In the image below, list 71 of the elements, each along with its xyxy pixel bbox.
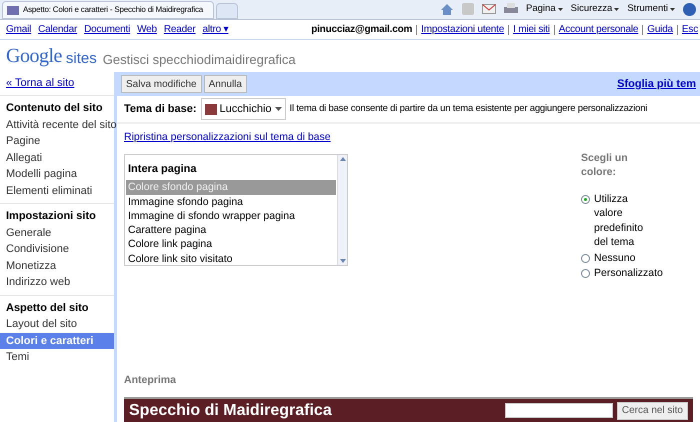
account-link[interactable]: Impostazioni utente [421, 22, 504, 37]
command-menu[interactable]: Sicurezza [570, 2, 620, 16]
sidebar-heading: Contenuto del sito [5, 101, 104, 116]
account-link[interactable]: Account personale [558, 22, 638, 37]
list-heading: Intera pagina [127, 162, 198, 177]
radio-button[interactable] [581, 269, 590, 278]
sidebar-item[interactable]: Colori e caratteri [0, 332, 114, 349]
command-menu[interactable]: Strumenti [627, 2, 675, 16]
sidebar-item[interactable]: Generale [0, 224, 114, 241]
google-logo: Google [6, 46, 62, 66]
toolbar-button[interactable]: Salva modifiche [121, 75, 202, 93]
caret-icon [558, 8, 563, 10]
sites-logo-text: sites [66, 51, 97, 66]
preview-label: Anteprima [123, 373, 177, 388]
sidebar-item[interactable]: Elementi eliminati [0, 182, 114, 199]
sidebar-item[interactable]: Indirizzo web [0, 274, 114, 290]
caret-icon [670, 8, 675, 10]
toolbar-button[interactable]: Annulla [204, 75, 247, 93]
nav-link[interactable]: Reader [164, 22, 196, 37]
tab-title: Aspetto: Colori e caratteri - Specchio di Maidiregrafica [23, 4, 203, 16]
nav-link[interactable]: Calendar [38, 22, 78, 37]
list-item[interactable]: Immagine sfondo pagina [126, 194, 336, 209]
sidebar-item[interactable]: Monetizza [0, 258, 114, 274]
theme-label: Tema di base: [124, 102, 197, 117]
mail-icon[interactable] [482, 4, 496, 14]
sidebar-heading: Aspetto del sito [5, 300, 90, 316]
nav-link[interactable]: Documenti [84, 22, 130, 37]
caret-icon [614, 8, 620, 10]
account-link[interactable]: Guida [647, 22, 673, 37]
preview-search-button[interactable]: Cerca nel sito [616, 402, 688, 420]
preview-site-title: Specchio di Maidiregrafica [129, 400, 332, 420]
scrollbar[interactable] [337, 154, 347, 265]
nav-link[interactable]: Web [137, 22, 157, 37]
sidebar-heading: Impostazioni sito [5, 209, 97, 224]
radio-label: Nessuno [594, 250, 636, 266]
sidebar-item[interactable]: Allegati [0, 150, 114, 166]
radio-button[interactable] [581, 194, 590, 204]
page-icon [7, 6, 19, 14]
scroll-down-icon[interactable] [338, 256, 346, 265]
command-menu[interactable]: Pagina [526, 2, 563, 16]
theme-dropdown[interactable]: Lucchichio [200, 98, 286, 120]
list-item[interactable]: Colore link pagina [126, 237, 336, 252]
sidebar-item[interactable]: Condivisione [0, 241, 114, 258]
list-item[interactable]: Colore link sito visitato [126, 252, 336, 266]
list-item[interactable]: Immagine di sfondo wrapper pagina [126, 208, 336, 224]
user-email: pinucciaz@gmail.com [311, 23, 412, 37]
color-picker-heading: Scegli un colore: [581, 150, 629, 180]
list-item[interactable]: Carattere pagina [126, 223, 336, 238]
theme-swatch-icon [204, 104, 217, 114]
page-heading: Gestisci specchiodimaidiregrafica [102, 53, 296, 66]
home-icon[interactable] [440, 2, 454, 16]
sidebar-item[interactable]: Attività recente del sito [0, 116, 114, 133]
account-link[interactable]: Esc [682, 22, 698, 37]
scroll-up-icon[interactable] [338, 154, 346, 163]
theme-description: Il tema di base consente di partire da un tema esistente per aggiungere personalizzazioni [290, 102, 648, 116]
sidebar-item[interactable]: Modelli pagina [0, 166, 114, 182]
browser-tab[interactable]: Aspetto: Colori e caratteri - Specchio di Maidiregrafica [2, 1, 214, 19]
sidebar-item[interactable]: Pagine [0, 133, 114, 150]
nav-link[interactable]: altro ▾ [202, 22, 228, 37]
back-link[interactable]: « Torna al sito [6, 75, 74, 92]
preview-search-field[interactable] [504, 403, 613, 418]
caret-icon [274, 107, 282, 111]
sidebar-item[interactable]: Layout del sito [0, 316, 114, 332]
sidebar-item[interactable]: Temi [0, 349, 114, 366]
reset-link[interactable]: Ripristina personalizzazioni sul tema di base [124, 131, 331, 143]
radio-button[interactable] [581, 254, 590, 263]
browse-themes-link[interactable]: Sfoglia più tem [617, 76, 696, 92]
account-link[interactable]: I miei siti [513, 22, 550, 37]
radio-label: Utilizza valore predefinito del tema [594, 192, 644, 250]
nav-link[interactable]: Gmail [6, 22, 32, 37]
printer-icon[interactable] [504, 3, 518, 15]
